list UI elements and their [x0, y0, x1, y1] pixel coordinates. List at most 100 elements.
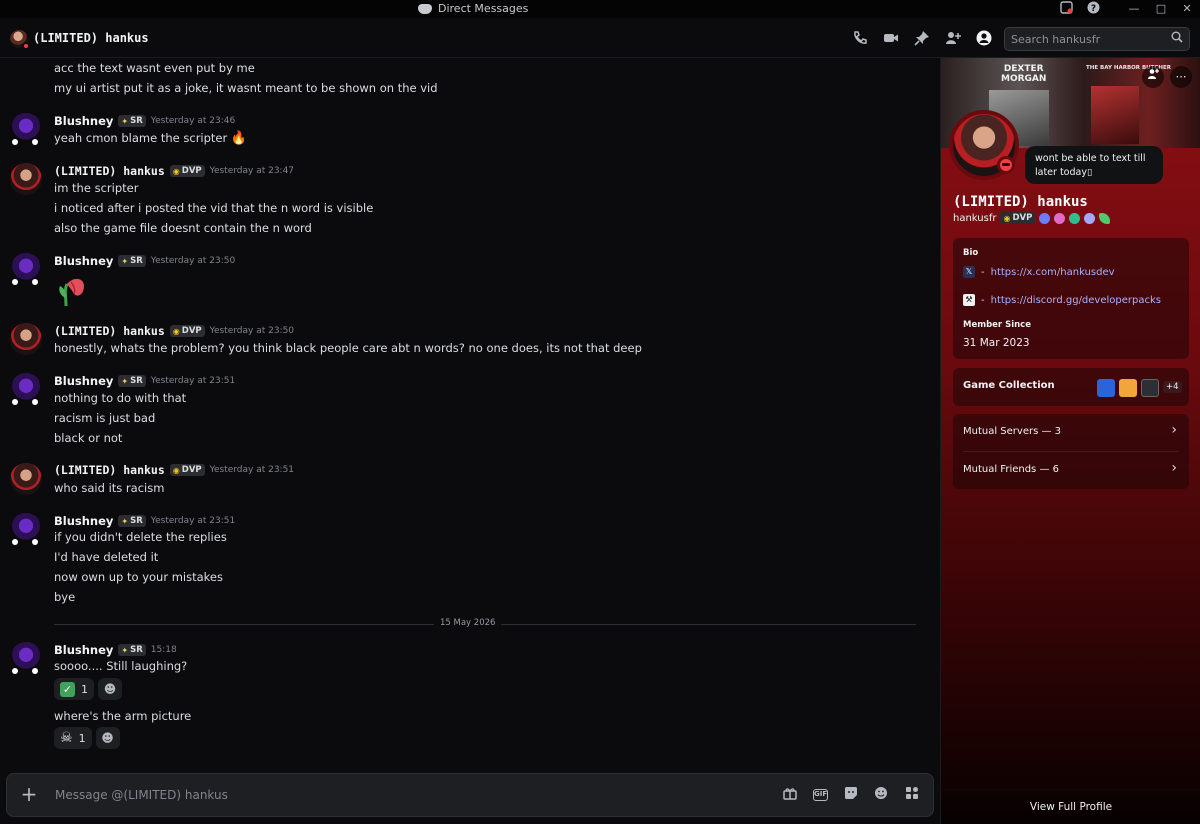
gif-picker-icon[interactable]: GIF [813, 789, 828, 801]
avatar[interactable] [10, 253, 42, 285]
badge-gear-icon[interactable] [1084, 212, 1096, 224]
tag-sparkle-icon: ✦ [121, 376, 129, 386]
search-icon [1169, 31, 1185, 47]
message-text: where's the arm picture [54, 709, 192, 723]
user-tag[interactable]: ✦ SR [118, 255, 146, 267]
maximize-icon[interactable]: □ [1153, 1, 1169, 17]
avatar[interactable] [10, 323, 42, 355]
user-tag[interactable]: ◉ DVP [169, 464, 205, 476]
avatar[interactable] [10, 463, 42, 495]
add-friends-to-dm-icon[interactable] [944, 30, 962, 48]
bio-link-x[interactable]: 𝕏 - https://x.com/hankusdev [963, 266, 1115, 278]
message-header: Blushney ✦ SR Yesterday at 23:46 [54, 114, 235, 128]
message-text: I'd have deleted it [54, 550, 159, 564]
username[interactable]: (LIMITED) hankus [54, 164, 165, 178]
badge-leaf-icon[interactable] [1099, 212, 1111, 224]
reaction-check[interactable]: ✓ 1 [54, 678, 94, 700]
view-full-profile-button[interactable]: View Full Profile [941, 789, 1200, 824]
wilted-flower-sticker-icon[interactable] [56, 268, 88, 308]
avatar[interactable] [10, 163, 42, 195]
game-icon[interactable] [1119, 379, 1137, 397]
avatar[interactable] [10, 373, 42, 405]
message-composer[interactable]: + GIF [6, 773, 934, 817]
tag-sparkle-icon: ✦ [121, 516, 129, 526]
game-collection-card[interactable]: Game Collection +4 [953, 368, 1189, 406]
mutual-servers-label: Mutual Servers — 3 [963, 426, 1062, 437]
user-tag[interactable]: ◉ DVP [169, 325, 205, 337]
timestamp: Yesterday at 23:51 [150, 376, 236, 386]
user-profile-toggle-icon[interactable] [975, 30, 993, 48]
bio-link-discord[interactable]: ⚒ - https://discord.gg/developerpacks [963, 294, 1161, 306]
tag-leaf-icon: ◉ [1003, 213, 1011, 223]
user-tag[interactable]: ✦ SR [118, 515, 146, 527]
apps-icon[interactable] [903, 786, 921, 804]
timestamp: Yesterday at 23:51 [150, 516, 236, 526]
avatar[interactable] [10, 642, 42, 674]
avatar[interactable] [10, 113, 42, 145]
fire-emoji-icon: 🔥 [230, 131, 248, 146]
reaction-skull[interactable]: ☠ 1 [54, 727, 92, 749]
upload-plus-icon[interactable]: + [19, 784, 39, 804]
message-header: (LIMITED) hankus ◉ DVP Yesterday at 23:51 [54, 463, 294, 477]
add-reaction-button[interactable]: ☻ [98, 678, 122, 700]
tag-sparkle-icon: ✦ [121, 256, 129, 266]
username[interactable]: (LIMITED) hankus [54, 324, 165, 338]
mutual-friends-row[interactable]: Mutual Friends — 6 › [953, 452, 1189, 489]
message-input[interactable] [55, 786, 655, 804]
banner-image-right [1091, 86, 1139, 144]
user-profile-panel: DEXTER MORGAN THE BAY HARBOR BUTCHER ⋯ w… [940, 58, 1200, 824]
avatar[interactable] [10, 513, 42, 545]
username[interactable]: Blushney [54, 514, 113, 528]
user-tag[interactable]: ✦ SR [118, 115, 146, 127]
badge-gem-icon[interactable] [1054, 212, 1066, 224]
mutual-friends-label: Mutual Friends — 6 [963, 464, 1059, 475]
game-icon[interactable] [1097, 379, 1115, 397]
status-dnd-icon [997, 156, 1015, 174]
message-text: nothing to do with that [54, 391, 187, 405]
badge-hashtag-icon[interactable] [1069, 212, 1081, 224]
profile-username-row: hankusfr ◉ DVP [953, 212, 1111, 224]
voice-call-icon[interactable] [851, 30, 869, 48]
game-icon[interactable] [1141, 379, 1159, 397]
check-mark-icon: ✓ [60, 681, 75, 697]
mutual-servers-row[interactable]: Mutual Servers — 3 › [953, 414, 1189, 451]
timestamp: Yesterday at 23:50 [150, 256, 236, 266]
message-text: bye [54, 590, 76, 604]
close-icon[interactable]: ✕ [1179, 1, 1195, 17]
search-input[interactable] [1011, 31, 1161, 47]
badge-nitro-icon[interactable] [1039, 212, 1051, 224]
video-call-icon[interactable] [882, 30, 900, 48]
add-reaction-button[interactable]: ☻ [95, 727, 120, 749]
timestamp: Yesterday at 23:47 [209, 166, 295, 176]
message-header: (LIMITED) hankus ◉ DVP Yesterday at 23:50 [54, 324, 294, 338]
timestamp: Yesterday at 23:50 [209, 326, 295, 336]
search-box[interactable] [1004, 27, 1190, 51]
user-tag[interactable]: ✦ SR [118, 644, 146, 656]
more-options-icon[interactable]: ⋯ [1170, 66, 1192, 88]
help-icon[interactable]: ? [1085, 1, 1101, 17]
emoji-icon[interactable] [872, 786, 890, 804]
add-friend-icon[interactable] [1142, 66, 1164, 88]
custom-status-bubble: wont be able to text till later today⁠▯ [1025, 146, 1163, 184]
minimize-icon[interactable]: — [1126, 1, 1142, 17]
username[interactable]: Blushney [54, 114, 113, 128]
username[interactable]: Blushney [54, 643, 113, 657]
chevron-right-icon: › [1171, 460, 1177, 476]
header-username[interactable]: (LIMITED) hankus [33, 31, 149, 45]
user-tag[interactable]: ◉ DVP [169, 165, 205, 177]
gift-icon[interactable] [781, 786, 799, 804]
username[interactable]: (LIMITED) hankus [54, 463, 165, 477]
window-title: Direct Messages [418, 2, 528, 15]
user-tag[interactable]: ✦ SR [118, 375, 146, 387]
message-text: honestly, whats the problem? you think b… [54, 341, 642, 355]
user-tag[interactable]: ◉ DVP [1000, 212, 1036, 224]
message-list[interactable]: acc the text wasnt even put by me my ui … [0, 58, 940, 770]
sticker-icon[interactable] [842, 786, 860, 804]
inbox-icon[interactable] [1058, 1, 1074, 17]
pinned-messages-icon[interactable] [913, 30, 931, 48]
bio-label: Bio [963, 248, 979, 258]
username[interactable]: Blushney [54, 374, 113, 388]
reaction-bar: ☠ 1 ☻ [54, 727, 120, 749]
game-collection-more[interactable]: +4 [1163, 381, 1182, 393]
username[interactable]: Blushney [54, 254, 113, 268]
